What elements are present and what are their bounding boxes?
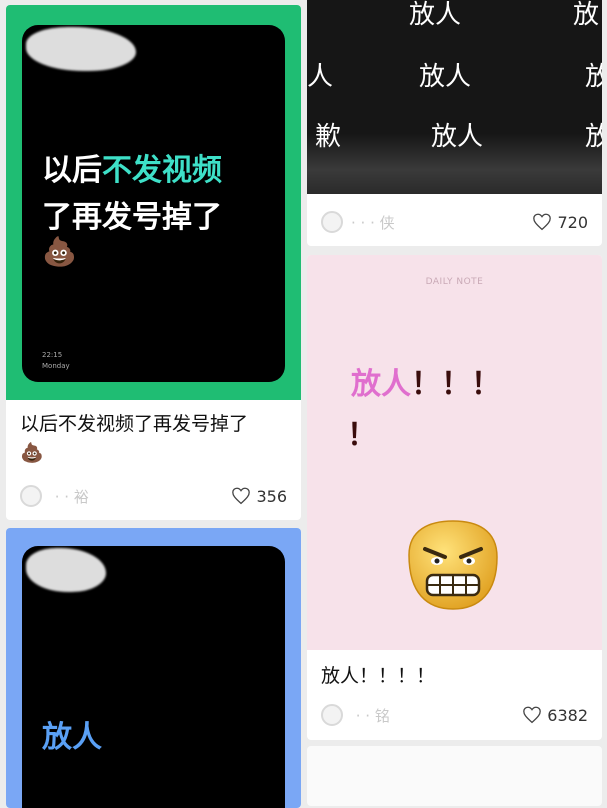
like-count: 720 bbox=[557, 212, 588, 232]
angry-face-emoji-icon bbox=[408, 520, 498, 610]
author[interactable]: · · 裕 bbox=[20, 485, 89, 507]
cover-text-line1: 以后不发视频 bbox=[42, 153, 222, 188]
like-button[interactable]: 720 bbox=[532, 213, 588, 232]
clock-day: Monday bbox=[42, 362, 70, 370]
avatar[interactable] bbox=[321, 211, 343, 233]
author-name[interactable]: · · 裕 bbox=[50, 486, 89, 507]
cover-text: 放人 bbox=[419, 62, 472, 92]
note-card[interactable]: 放人 bbox=[6, 528, 301, 808]
like-count: 356 bbox=[256, 486, 287, 506]
like-button[interactable]: 6382 bbox=[522, 706, 588, 725]
cover-image[interactable]: 放人 bbox=[6, 528, 301, 808]
author-name[interactable]: · · 铭 bbox=[351, 705, 390, 726]
author[interactable]: · · 铭 bbox=[321, 704, 390, 726]
heart-icon bbox=[232, 487, 251, 505]
cover-text: 放人 bbox=[42, 720, 102, 755]
cover-text-mark: ！ bbox=[347, 418, 377, 453]
note-title[interactable]: 以后不发视频了再发号掉了 💩 bbox=[20, 410, 289, 468]
note-card[interactable]: 放人 放 人 放人 放 歉 放人 放 · · · 侠 720 bbox=[307, 0, 602, 246]
like-button[interactable]: 356 bbox=[231, 487, 287, 506]
phone-screen: 放人 bbox=[22, 546, 285, 808]
card-footer: · · 裕 356 bbox=[6, 483, 301, 509]
like-count: 6382 bbox=[547, 705, 588, 725]
cover-text: 放 bbox=[585, 62, 602, 92]
redaction-smudge bbox=[26, 548, 106, 592]
avatar[interactable] bbox=[20, 485, 42, 507]
daily-note-header: DAILY NOTE bbox=[425, 277, 484, 287]
clock-time: 22:15 bbox=[42, 351, 63, 359]
note-card[interactable]: DAILY NOTE 放人！！！ ！ 放人！！！！ · · 铭 6382 bbox=[307, 255, 602, 740]
cover-text: 放 bbox=[585, 122, 602, 152]
cover-image[interactable]: 以后不发视频 了再发号掉了 💩 22:15 Monday bbox=[6, 5, 301, 400]
cover-text: 人 bbox=[307, 62, 334, 92]
poop-emoji-icon: 💩 bbox=[42, 235, 77, 268]
author[interactable]: · · · 侠 bbox=[321, 211, 395, 233]
heart-icon bbox=[533, 213, 552, 231]
poop-emoji-icon: 💩 bbox=[20, 442, 44, 464]
note-card[interactable]: 以后不发视频 了再发号掉了 💩 22:15 Monday 以后不发视频了再发号掉… bbox=[6, 5, 301, 520]
avatar[interactable] bbox=[321, 704, 343, 726]
card-footer: · · · 侠 720 bbox=[307, 209, 602, 235]
note-title[interactable]: 放人！！！！ bbox=[321, 662, 590, 691]
card-footer: · · 铭 6382 bbox=[307, 702, 602, 728]
cover-text: 放人！！！ bbox=[351, 367, 501, 402]
cover-text: 放 bbox=[573, 0, 600, 30]
cover-image[interactable]: 放人 放 人 放人 放 歉 放人 放 bbox=[307, 0, 602, 194]
cover-text-line2: 了再发号掉了 bbox=[42, 200, 222, 235]
cover-text: 歉 bbox=[315, 122, 342, 152]
note-card[interactable] bbox=[307, 746, 602, 806]
phone-screen: 以后不发视频 了再发号掉了 💩 22:15 Monday bbox=[22, 25, 285, 382]
author-name[interactable]: · · · 侠 bbox=[351, 212, 395, 233]
redaction-smudge bbox=[26, 27, 136, 71]
cover-text: 放人 bbox=[409, 0, 462, 30]
cover-text: 放人 bbox=[431, 122, 484, 152]
heart-icon bbox=[523, 706, 542, 724]
cover-image[interactable]: DAILY NOTE 放人！！！ ！ bbox=[307, 255, 602, 650]
